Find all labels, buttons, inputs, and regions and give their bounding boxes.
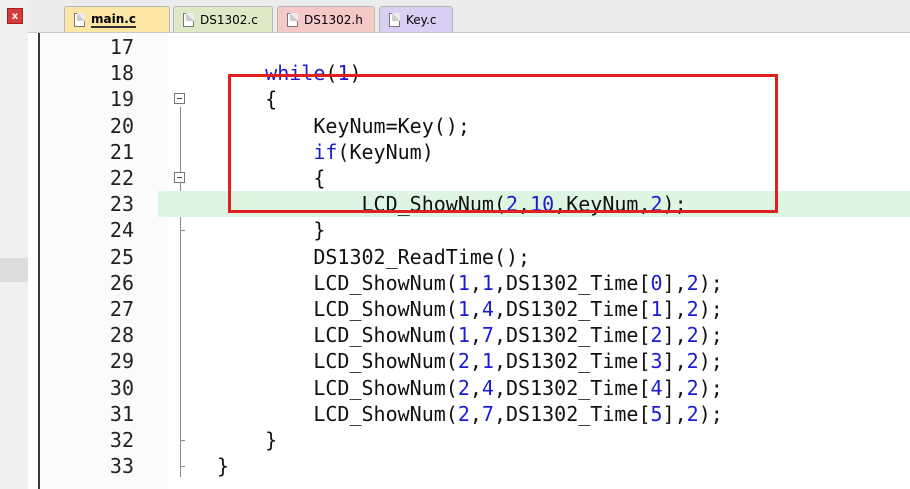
code-text: } xyxy=(217,428,278,452)
code-text: LCD_ShowNum(2,7,DS1302_Time[5],2); xyxy=(217,401,723,426)
line-number: 20 xyxy=(109,113,134,138)
file-icon xyxy=(287,12,298,27)
code-text: LCD_ShowNum(1,4,DS1302_Time[1],2); xyxy=(217,297,723,321)
annotation-highlight-box xyxy=(228,74,778,213)
tab-label: DS1302.c xyxy=(200,12,258,27)
fold-end-tick xyxy=(180,230,185,232)
fold-end-tick xyxy=(180,440,185,441)
line-number: 28 xyxy=(109,323,134,348)
code-line[interactable]: 33} xyxy=(28,453,910,479)
file-tab-bar: main.c DS1302.c DS1302.h Key.c xyxy=(28,0,910,33)
code-text: LCD_ShowNum(2,1,DS1302_Time[3],2); xyxy=(217,349,723,374)
code-text: DS1302_ReadTime(); xyxy=(217,244,531,269)
line-number: 24 xyxy=(109,218,134,243)
code-line[interactable]: 17 xyxy=(28,34,910,60)
fold-collapse-icon[interactable] xyxy=(174,93,185,105)
panel-selected-item[interactable] xyxy=(0,258,28,282)
line-number: 33 xyxy=(109,454,134,479)
line-number: 27 xyxy=(109,297,134,321)
tab-label: DS1302.h xyxy=(304,12,363,27)
line-number: 31 xyxy=(109,401,134,426)
line-number: 32 xyxy=(109,428,134,452)
code-line[interactable]: 30 LCD_ShowNum(2,4,DS1302_Time[4],2); xyxy=(28,375,910,401)
code-line[interactable]: 24 } xyxy=(28,217,910,243)
code-text: LCD_ShowNum(1,1,DS1302_Time[0],2); xyxy=(217,270,723,295)
file-icon xyxy=(74,12,85,27)
file-icon xyxy=(389,12,400,27)
code-line[interactable]: 32 } xyxy=(28,427,910,453)
tab-label: Key.c xyxy=(406,12,437,27)
code-line[interactable]: 27 LCD_ShowNum(1,4,DS1302_Time[1],2); xyxy=(28,296,910,322)
close-icon[interactable]: x xyxy=(7,8,23,24)
code-text: LCD_ShowNum(2,4,DS1302_Time[4],2); xyxy=(217,375,723,400)
code-text: } xyxy=(217,454,230,479)
tab-ds1302-c[interactable]: DS1302.c xyxy=(173,6,273,32)
line-number: 25 xyxy=(109,244,134,269)
code-line[interactable]: 25 DS1302_ReadTime(); xyxy=(28,244,910,270)
line-number: 19 xyxy=(109,87,134,112)
line-number: 29 xyxy=(109,349,134,374)
line-number: 21 xyxy=(109,139,134,164)
code-line[interactable]: 26 LCD_ShowNum(1,1,DS1302_Time[0],2); xyxy=(28,270,910,296)
code-text: LCD_ShowNum(1,7,DS1302_Time[2],2); xyxy=(217,323,723,348)
file-icon xyxy=(183,12,194,27)
code-line[interactable]: 28 LCD_ShowNum(1,7,DS1302_Time[2],2); xyxy=(28,322,910,348)
code-line[interactable]: 29 LCD_ShowNum(2,1,DS1302_Time[3],2); xyxy=(28,348,910,374)
line-number: 26 xyxy=(109,270,134,295)
line-number: 18 xyxy=(109,61,134,86)
tab-ds1302-h[interactable]: DS1302.h xyxy=(277,6,375,32)
fold-collapse-icon[interactable] xyxy=(174,172,185,183)
code-text: } xyxy=(217,218,326,243)
line-number: 22 xyxy=(109,166,134,190)
tab-key-c[interactable]: Key.c xyxy=(379,6,453,32)
code-line[interactable]: 31 LCD_ShowNum(2,7,DS1302_Time[5],2); xyxy=(28,401,910,427)
line-number: 23 xyxy=(109,192,134,217)
line-number: 30 xyxy=(109,375,134,400)
tab-label: main.c xyxy=(91,11,136,28)
tab-main-c[interactable]: main.c xyxy=(64,6,170,32)
line-number: 17 xyxy=(109,35,134,59)
project-panel-strip: x xyxy=(0,0,29,489)
fold-end-tick xyxy=(180,466,185,468)
